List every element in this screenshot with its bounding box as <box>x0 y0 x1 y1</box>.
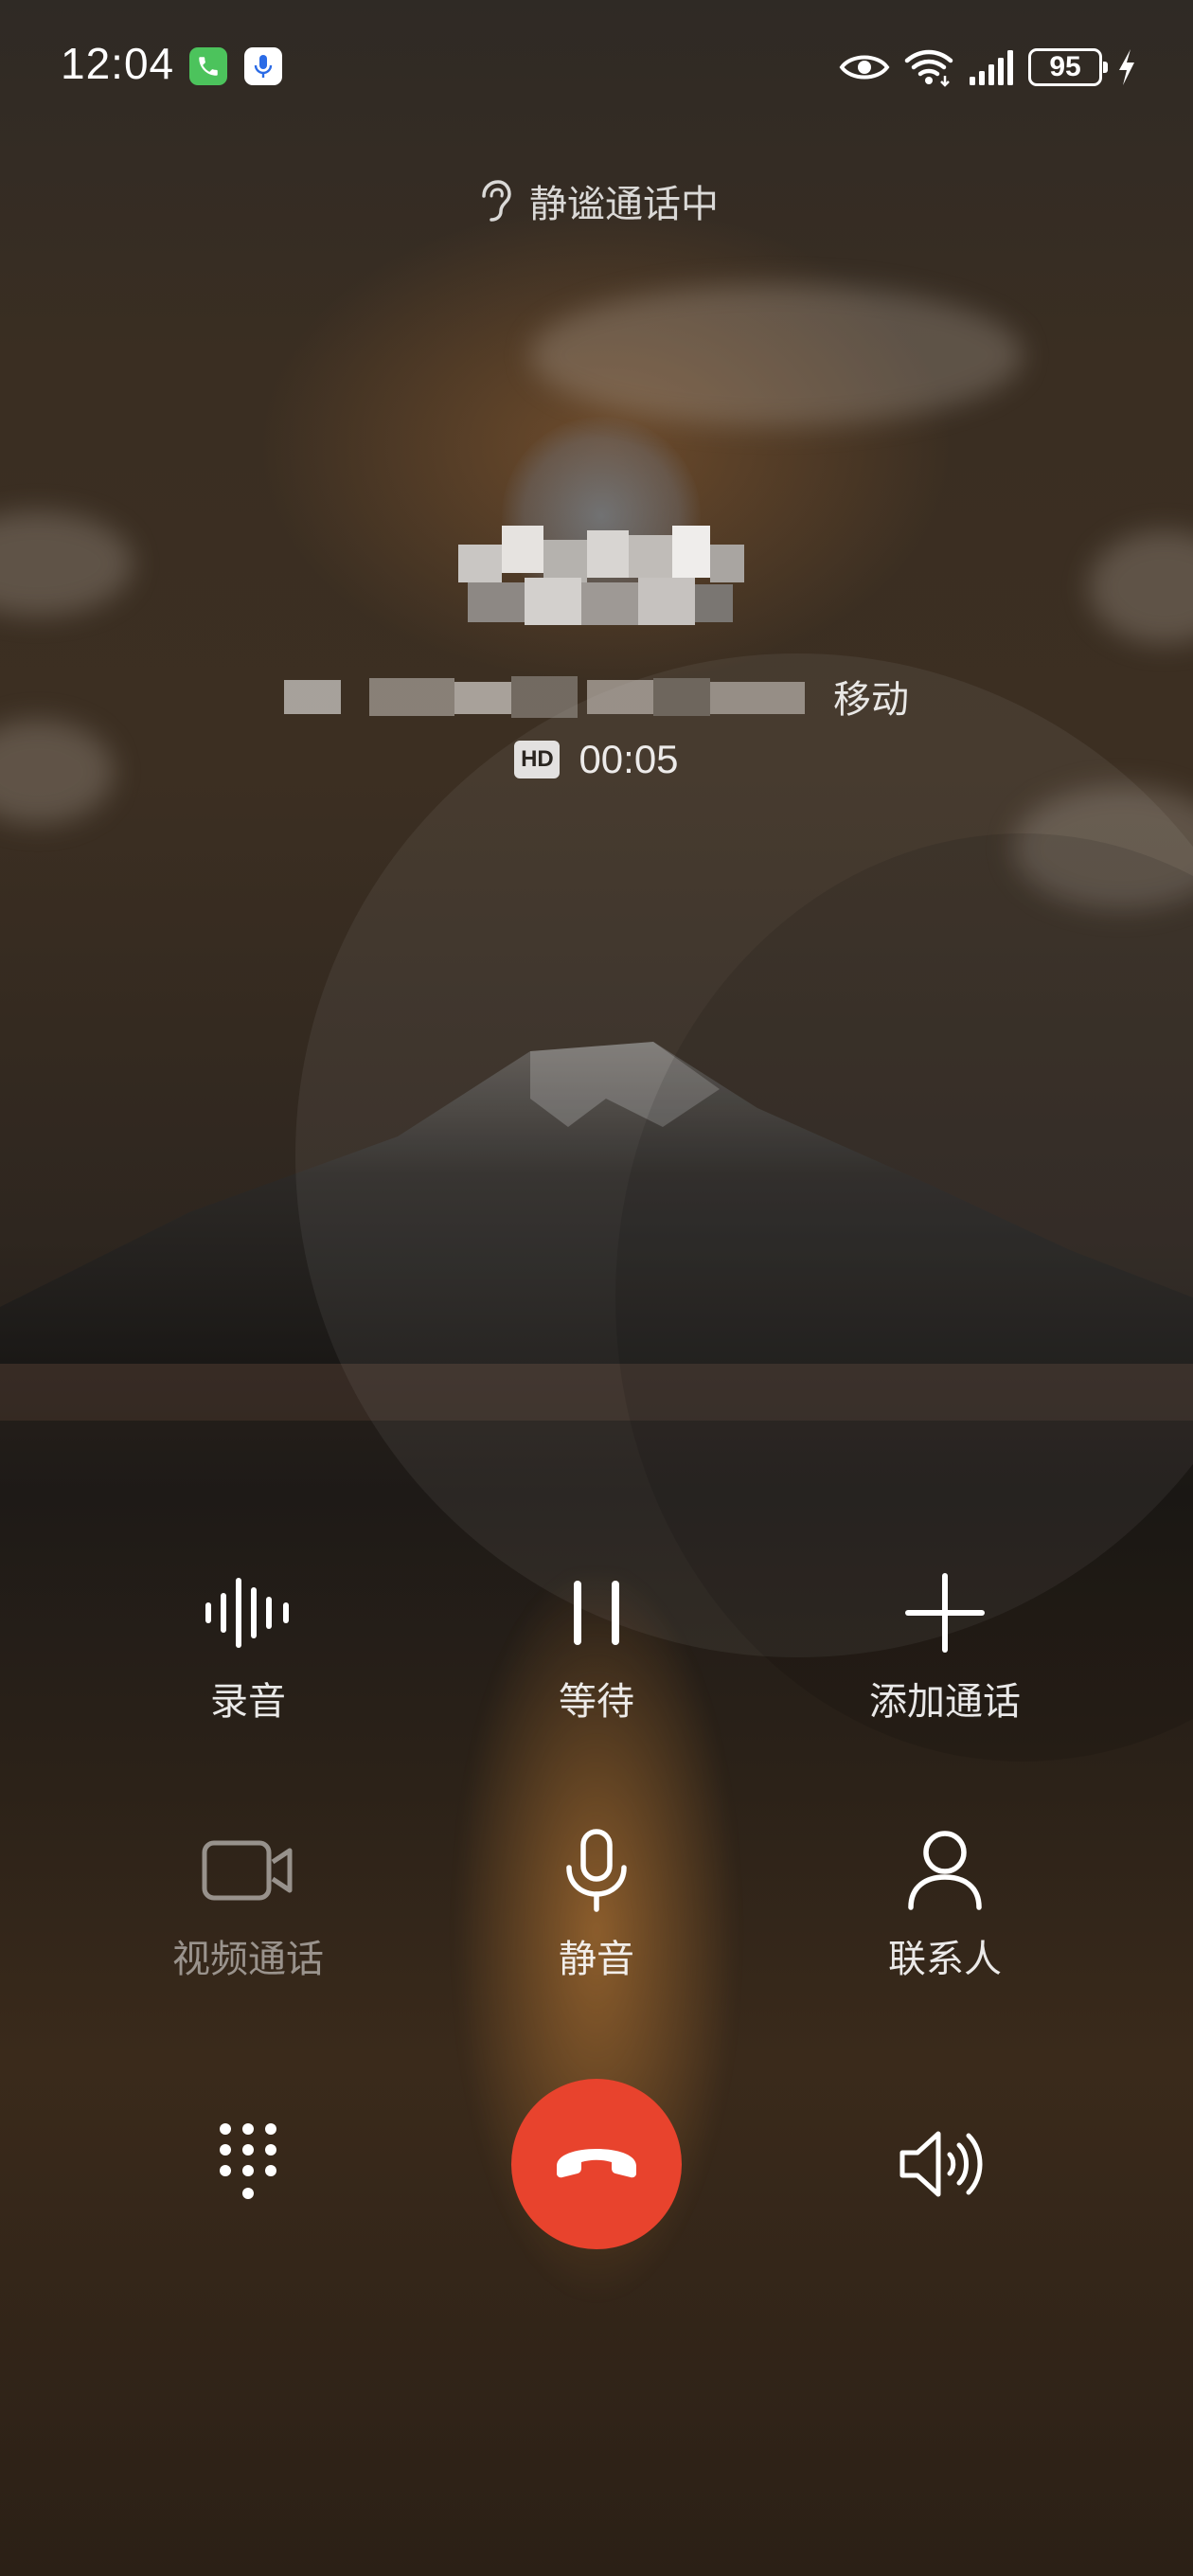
speaker-button[interactable] <box>885 2112 999 2216</box>
plus-icon <box>905 1573 985 1653</box>
quiet-call-label: 静谧通话中 <box>529 183 719 226</box>
dialpad-button[interactable] <box>201 2112 295 2216</box>
battery-icon: 95 <box>1028 48 1108 86</box>
ear-icon <box>482 180 511 222</box>
phone-call-icon <box>189 47 227 85</box>
hold-button[interactable]: 等待 <box>454 1561 739 1741</box>
record-label: 录音 <box>210 1680 286 1724</box>
speaker-icon <box>899 2131 983 2197</box>
microphone-icon <box>566 1829 627 1912</box>
status-bar: 12:04 95 <box>0 0 1193 133</box>
status-time: 12:04 <box>61 39 175 88</box>
pause-icon <box>574 1581 619 1645</box>
eye-icon <box>839 55 890 80</box>
mute-button[interactable]: 静音 <box>454 1818 739 1998</box>
hd-badge: HD <box>514 741 561 778</box>
add-call-label: 添加通话 <box>869 1680 1021 1724</box>
quiet-call-indicator: 静谧通话中 <box>0 172 1193 229</box>
mute-label: 静音 <box>559 1938 634 1981</box>
record-button[interactable]: 录音 <box>106 1561 390 1741</box>
contacts-label: 联系人 <box>888 1938 1002 1981</box>
microphone-icon <box>244 47 282 85</box>
video-call-label: 视频通话 <box>172 1938 324 1981</box>
hold-label: 等待 <box>559 1680 634 1724</box>
call-meta: HD 00:05 <box>0 731 1193 788</box>
cloud <box>530 284 1023 426</box>
signal-icon <box>970 50 1013 85</box>
add-call-button[interactable]: 添加通话 <box>803 1561 1087 1741</box>
dialpad-icon <box>220 2123 276 2199</box>
waveform-icon <box>205 1578 289 1648</box>
hang-up-icon <box>557 2149 636 2178</box>
contacts-button[interactable]: 联系人 <box>803 1818 1087 1998</box>
carrier-label: 移动 <box>833 678 909 722</box>
video-call-button[interactable]: 视频通话 <box>106 1818 390 1998</box>
phone-number-redacted <box>284 676 805 718</box>
charging-icon <box>1119 49 1134 85</box>
status-icons: 95 <box>839 44 1138 91</box>
person-icon <box>908 1831 982 1910</box>
caller-name-redacted <box>458 526 744 625</box>
end-call-button[interactable] <box>511 2079 682 2249</box>
video-camera-icon <box>202 1840 293 1901</box>
call-duration: 00:05 <box>579 737 679 781</box>
wifi-icon <box>904 49 953 87</box>
caller-number-location: 移动 <box>284 663 909 729</box>
